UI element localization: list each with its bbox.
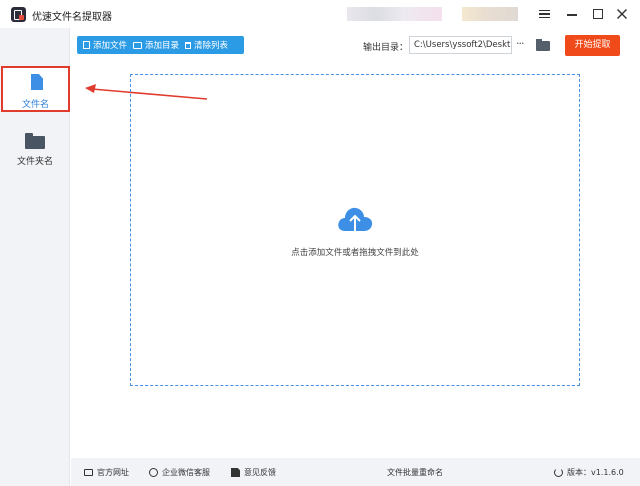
output-dir-label: 输出目录： bbox=[363, 43, 409, 53]
sidebar-item-label: 文件夹名 bbox=[16, 157, 53, 167]
version-check[interactable]: 版本：v1.1.6.0 bbox=[554, 467, 624, 478]
add-folder-button[interactable]: 添加目录 bbox=[127, 36, 179, 54]
drop-zone-hint: 点击添加文件或者拖拽文件到此处 bbox=[291, 248, 419, 258]
toolbar: 添加文件 添加目录 清除列表 bbox=[77, 36, 244, 54]
cloud-upload-icon bbox=[338, 207, 373, 231]
app-logo-icon bbox=[11, 7, 26, 22]
clear-list-button[interactable]: 清除列表 bbox=[179, 36, 228, 54]
sidebar-item-foldername[interactable]: 文件夹名 bbox=[0, 129, 70, 175]
add-file-button[interactable]: 添加文件 bbox=[77, 36, 127, 54]
blurred-user-avatar bbox=[462, 7, 518, 21]
minimize-icon bbox=[567, 14, 577, 16]
maximize-icon bbox=[593, 9, 603, 19]
hamburger-icon bbox=[539, 10, 550, 18]
app-title: 优速文件名提取器 bbox=[32, 12, 112, 23]
blurred-user-info bbox=[347, 7, 442, 21]
wechat-support-link[interactable]: 企业微信客服 bbox=[149, 467, 210, 478]
file-icon bbox=[31, 74, 43, 90]
close-icon bbox=[617, 9, 627, 19]
sidebar-item-filename[interactable]: 文件名 bbox=[1, 66, 70, 112]
batch-rename-link[interactable]: 文件批量重命名 bbox=[387, 467, 443, 478]
website-link[interactable]: 官方网址 bbox=[84, 467, 129, 478]
refresh-icon bbox=[554, 468, 563, 477]
trash-icon bbox=[185, 41, 192, 49]
sidebar-item-label: 文件名 bbox=[21, 100, 49, 110]
close-button[interactable] bbox=[614, 6, 630, 22]
start-extract-button[interactable]: 开始提取 bbox=[565, 35, 620, 56]
sidebar: 文件名 文件夹名 bbox=[0, 28, 70, 486]
folder-icon bbox=[133, 41, 143, 49]
maximize-button[interactable] bbox=[590, 6, 606, 22]
minimize-button[interactable] bbox=[564, 6, 580, 22]
menu-button[interactable] bbox=[537, 6, 553, 22]
feedback-icon bbox=[231, 468, 240, 477]
feedback-link[interactable]: 意见反馈 bbox=[231, 467, 276, 478]
chat-icon bbox=[149, 468, 158, 477]
monitor-icon bbox=[84, 469, 93, 476]
open-folder-icon[interactable] bbox=[536, 39, 550, 51]
browse-more-button[interactable]: ··· bbox=[516, 37, 524, 50]
folder-icon bbox=[25, 133, 45, 149]
file-icon bbox=[83, 41, 90, 49]
title-bar: 优速文件名提取器 bbox=[0, 0, 640, 28]
output-path-field[interactable]: C:\Users\yssoft2\Deskt bbox=[409, 36, 512, 54]
